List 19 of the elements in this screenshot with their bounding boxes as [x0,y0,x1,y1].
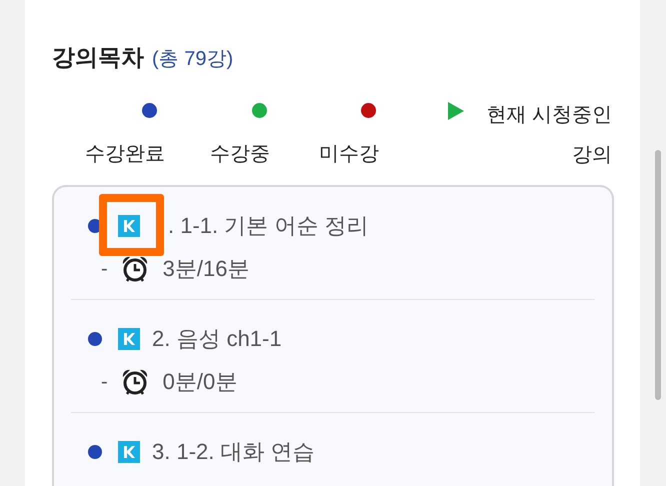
legend-label: 현재 시청중인 강의 [485,102,612,168]
lecture-title[interactable]: . 1-1. 기본 어순 정리 [168,209,368,242]
legend-label: 수강완료 [84,142,166,166]
alarm-clock-icon [120,254,149,282]
player-icon [118,214,140,236]
section-title: 강의목차 [52,43,144,72]
legend-label: 수강중 [209,142,271,166]
player-icon [118,328,140,350]
legend-label: 미수강 [318,142,380,166]
watch-time: 0분/0분 [162,368,238,396]
dash: - [101,256,108,282]
alarm-clock-icon [120,368,149,396]
lecture-count: (총 79강) [152,47,234,72]
lecture-title[interactable]: 3. 1-2. 대화 연습 [152,435,315,468]
dash: - [101,370,108,394]
lecture-title[interactable]: 2. 음성 ch1-1 [152,322,282,355]
play-icon [448,102,464,120]
player-icon [118,440,140,462]
watch-time: 3분/16분 [162,255,250,283]
